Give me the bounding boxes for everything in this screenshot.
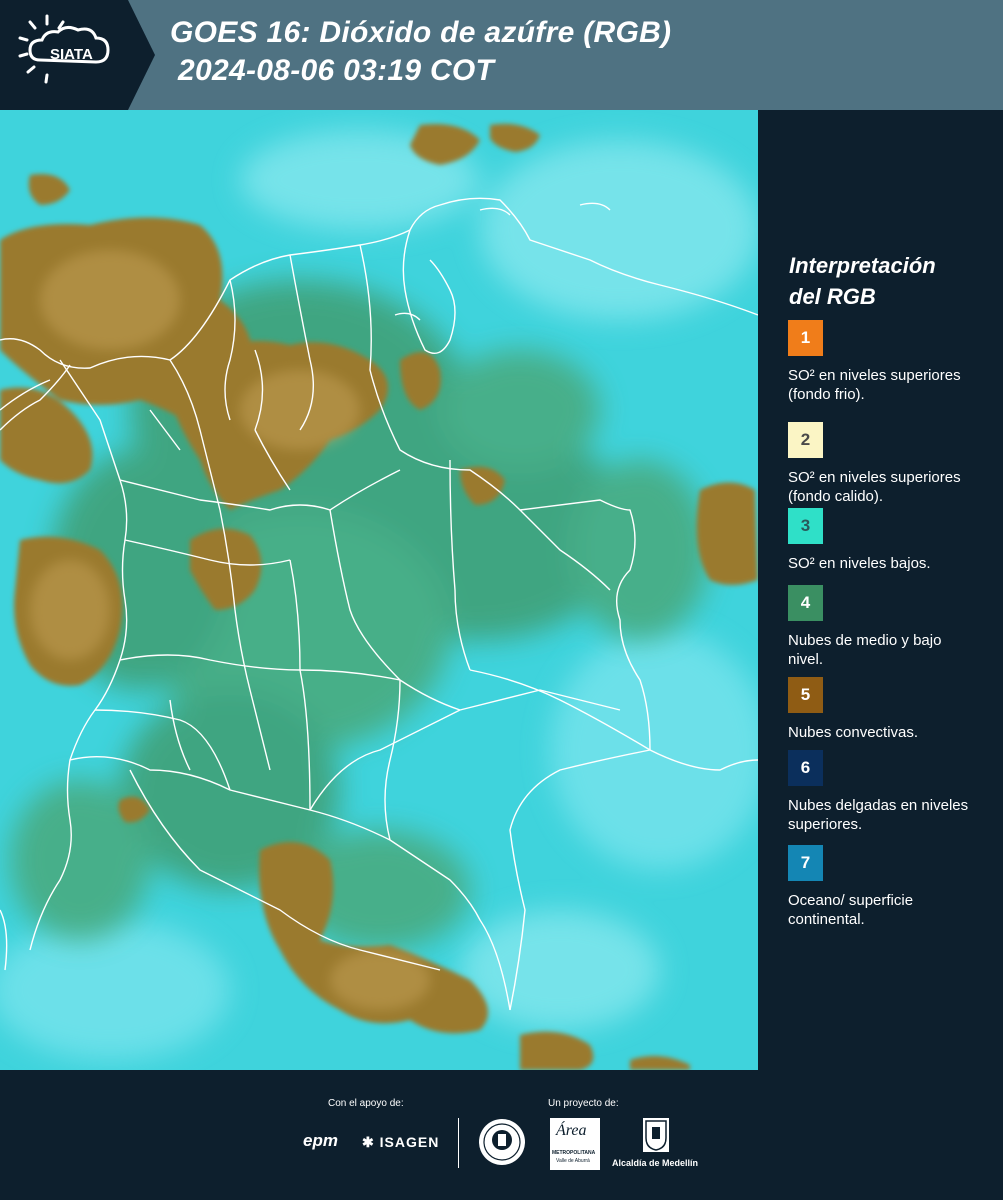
- legend-item: 3 SO² en niveles bajos.: [788, 508, 988, 573]
- legend-item: 4 Nubes de medio y bajo nivel.: [788, 585, 988, 669]
- legend-swatch: 3: [788, 508, 823, 544]
- legend-title: Interpretación del RGB: [789, 250, 989, 312]
- legend-swatch: 5: [788, 677, 823, 713]
- legend-swatch: 6: [788, 750, 823, 786]
- legend-swatch: 2: [788, 422, 823, 458]
- page-title: GOES 16: Dióxido de azúfre (RGB): [170, 16, 672, 49]
- header-bar: SIATA GOES 16: Dióxido de azúfre (RGB) 2…: [0, 0, 1003, 110]
- area-logo-title: Área: [556, 1122, 587, 1139]
- area-metropolitana-logo: Área METROPOLITANA Valle de Aburrá: [550, 1118, 600, 1170]
- legend-label: Nubes convectivas.: [788, 724, 919, 741]
- epm-logo: epm: [303, 1131, 338, 1150]
- legend-item: 1 SO² en niveles superiores (fondo frio).: [788, 320, 988, 404]
- legend-swatch: 7: [788, 845, 823, 881]
- support-label: Con el apoyo de:: [328, 1098, 404, 1109]
- legend-label: SO² en niveles bajos.: [788, 555, 931, 572]
- legend-label: SO² en niveles superiores (fondo frio).: [788, 367, 961, 403]
- siata-logo-text: SIATA: [50, 46, 93, 63]
- area-logo-subtitle: METROPOLITANA: [552, 1150, 596, 1156]
- alcaldia-shield-icon: [643, 1118, 669, 1152]
- legend-title-line2: del RGB: [789, 284, 876, 309]
- isagen-mark-icon: ✱: [362, 1134, 375, 1150]
- legend-item: 5 Nubes convectivas.: [788, 677, 988, 742]
- legend-label: Oceano/ superficie continental.: [788, 892, 914, 928]
- legend-title-line1: Interpretación: [789, 253, 936, 278]
- footer: Con el apoyo de: Un proyecto de: epm ✱ I…: [0, 1070, 1003, 1200]
- legend-swatch: 4: [788, 585, 823, 621]
- legend-panel: Interpretación del RGB 1 SO² en niveles s…: [760, 110, 1003, 1070]
- area-logo-caption: Valle de Aburrá: [556, 1158, 590, 1164]
- footer-divider: [458, 1118, 459, 1168]
- isagen-logo-text: ISAGEN: [379, 1134, 440, 1150]
- medellin-seal-icon: [478, 1118, 526, 1166]
- legend-label: Nubes delgadas en niveles superiores.: [788, 797, 969, 833]
- legend-item: 2 SO² en niveles superiores (fondo calido…: [788, 422, 988, 506]
- legend-label: SO² en niveles superiores (fondo calido)…: [788, 469, 961, 505]
- project-label: Un proyecto de:: [548, 1098, 619, 1109]
- siata-logo: SIATA: [0, 0, 155, 110]
- page-timestamp: 2024-08-06 03:19 COT: [178, 54, 495, 87]
- isagen-logo: ✱ ISAGEN: [362, 1134, 439, 1151]
- legend-item: 7 Oceano/ superficie continental.: [788, 845, 988, 929]
- legend-label: Nubes de medio y bajo nivel.: [788, 632, 942, 668]
- satellite-map: [0, 110, 758, 1070]
- alcaldia-logo-text: Alcaldía de Medellín: [612, 1158, 699, 1168]
- legend-swatch: 1: [788, 320, 823, 356]
- legend-item: 6 Nubes delgadas en niveles superiores.: [788, 750, 988, 834]
